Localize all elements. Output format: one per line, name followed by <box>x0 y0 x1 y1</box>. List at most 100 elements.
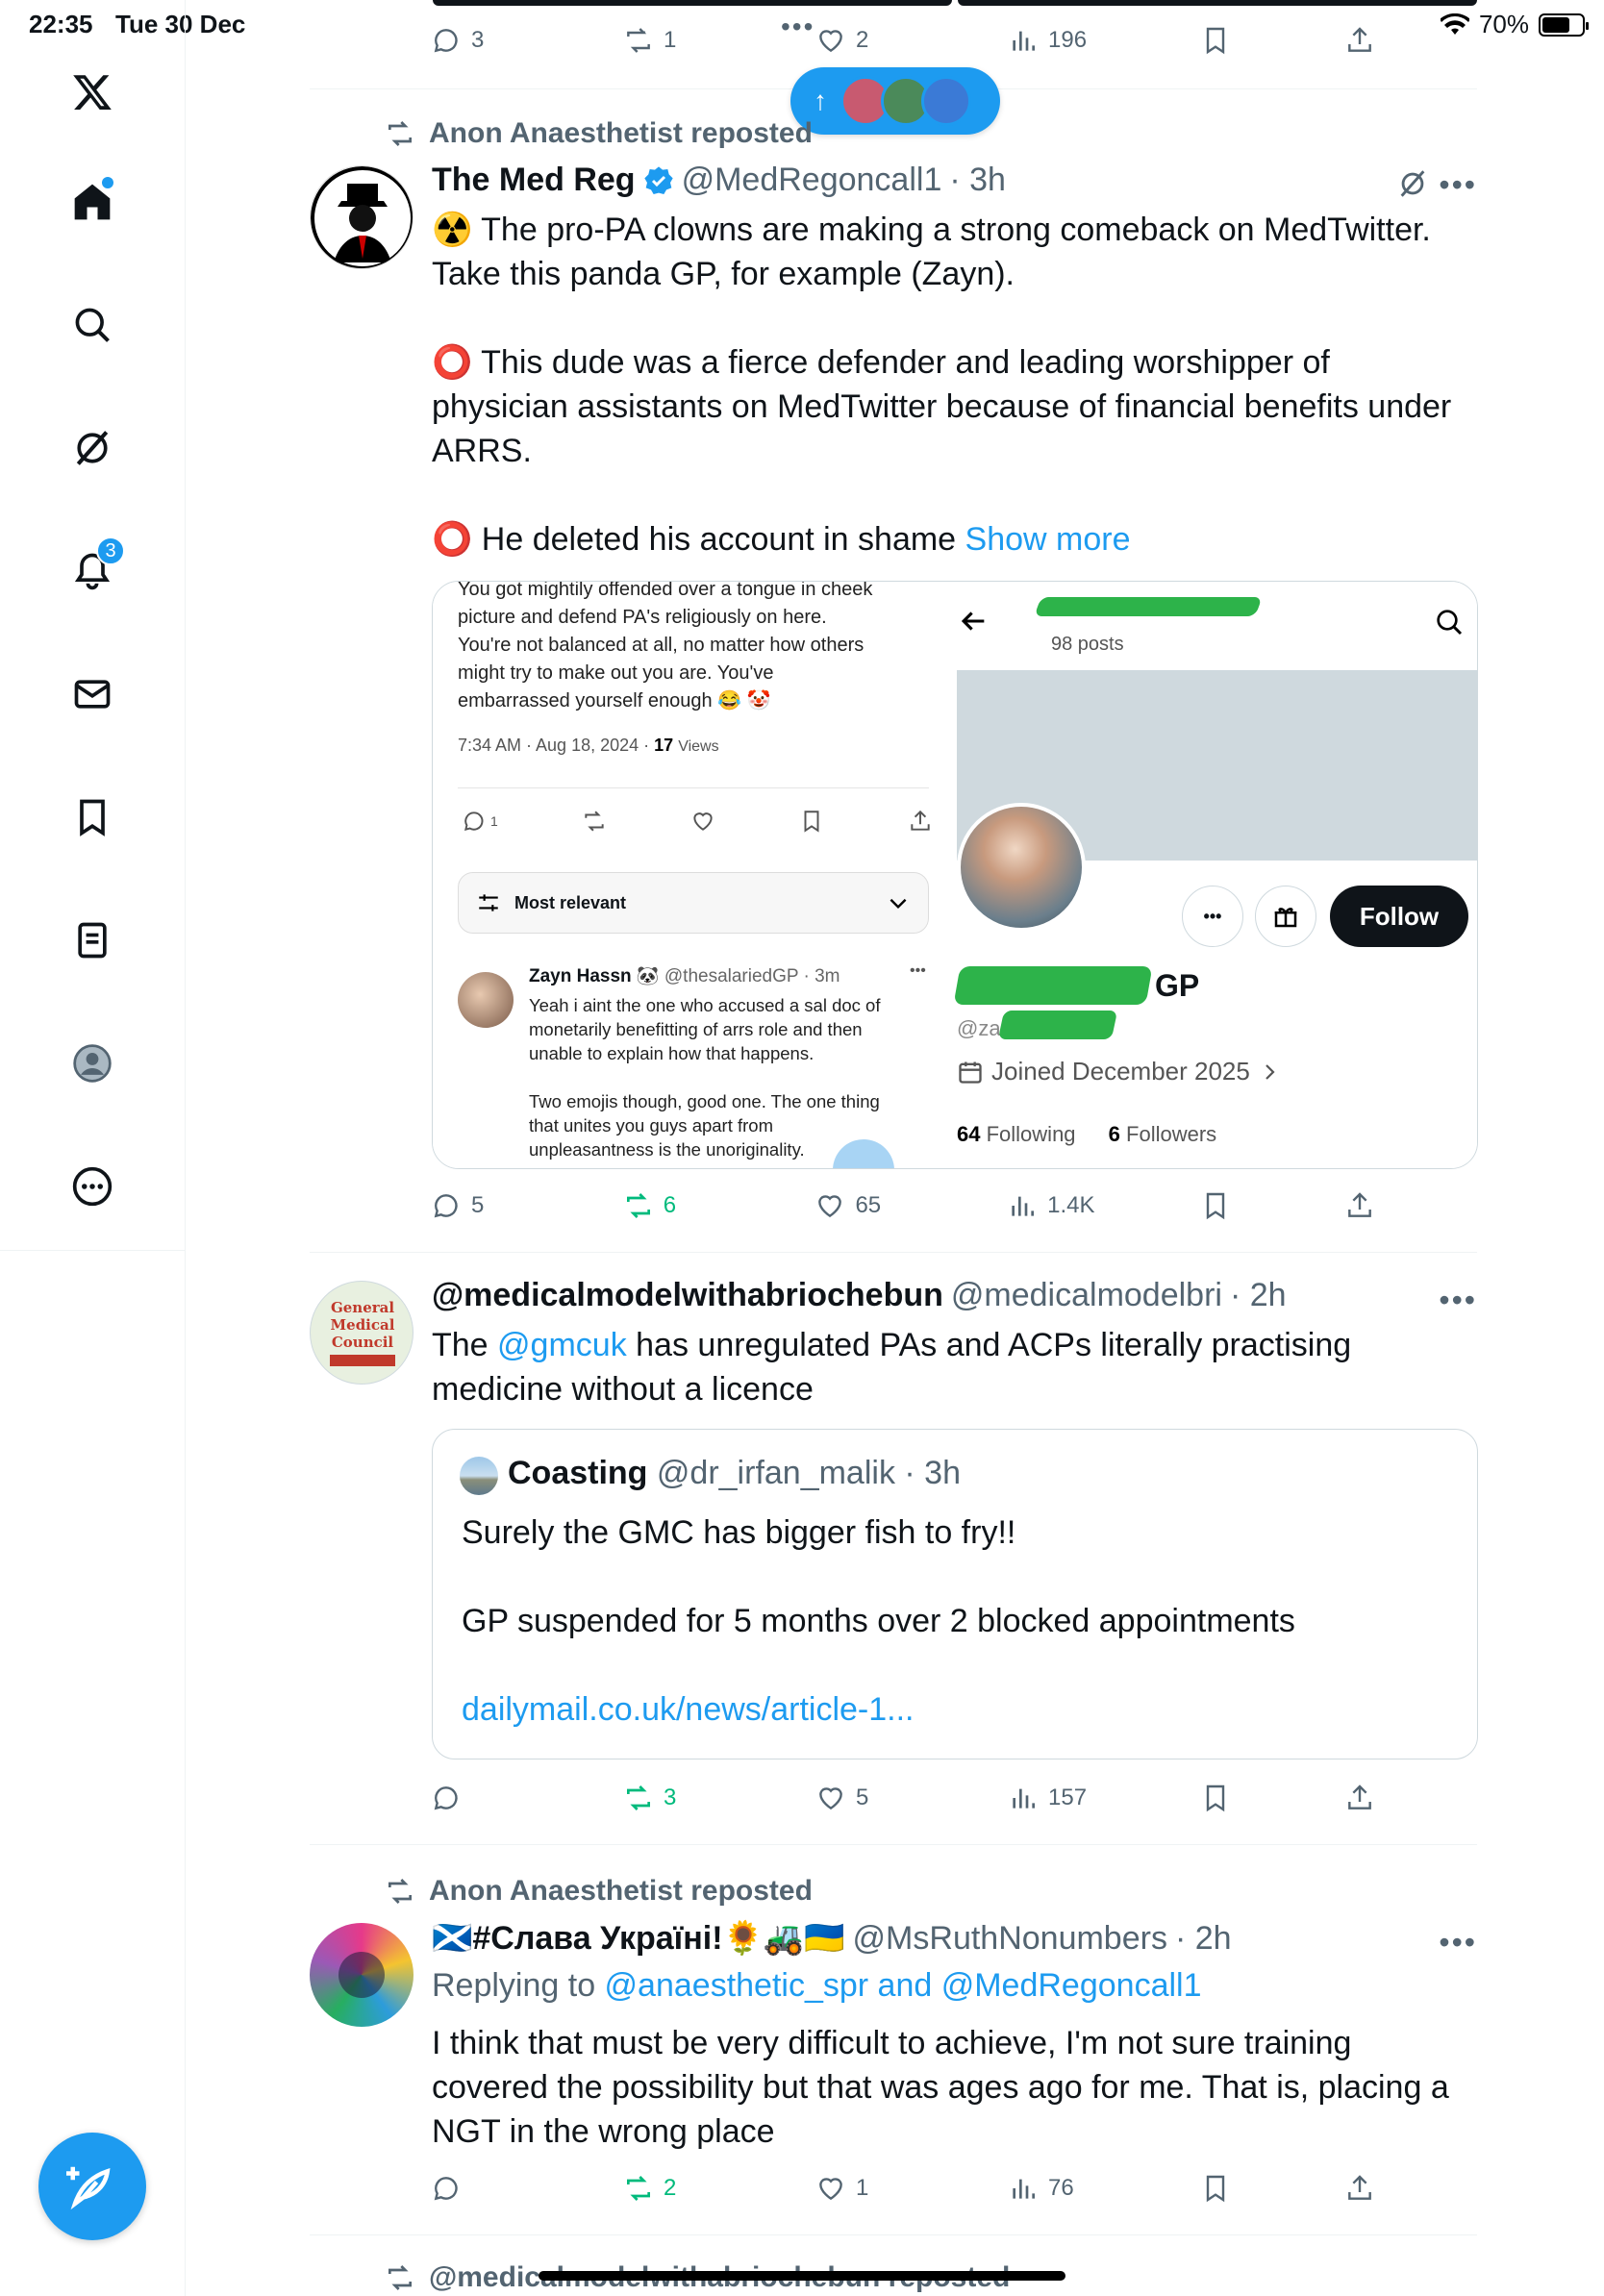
quote-tweet[interactable]: Coasting @dr_irfan_malik · 3h Surely the… <box>432 1429 1478 1759</box>
more-options-icon[interactable]: ••• <box>1439 1283 1477 1318</box>
views-icon <box>1012 1196 1035 1216</box>
article-link[interactable]: dailymail.co.uk/news/article-1... <box>462 1687 1442 1732</box>
reply-count: 3 <box>471 27 485 53</box>
lists-icon[interactable] <box>54 902 131 979</box>
views-button[interactable]: 76 <box>1008 2173 1094 2204</box>
timestamp[interactable]: · 2h <box>1230 1277 1287 1314</box>
chevron-right-icon <box>1266 1063 1275 1080</box>
share-button[interactable] <box>1344 1783 1383 1813</box>
show-more-link[interactable]: Show more <box>965 521 1131 558</box>
grok-explain-icon[interactable] <box>1396 167 1429 200</box>
avatar[interactable] <box>310 1923 414 2027</box>
avatar-text-line: General <box>330 1299 395 1316</box>
home-icon[interactable] <box>54 163 131 240</box>
profile-name-suffix: GP <box>1155 968 1200 1003</box>
search-icon[interactable] <box>54 287 131 363</box>
reply-icon <box>434 29 458 53</box>
like-button[interactable]: 65 <box>815 1190 901 1221</box>
bookmarks-icon[interactable] <box>54 779 131 856</box>
share-icon <box>1348 1784 1371 1809</box>
sidebar: 3 <box>0 0 185 1250</box>
repost-button[interactable]: 3 <box>623 1783 710 1813</box>
divider <box>310 2234 1477 2235</box>
home-new-dot <box>102 177 113 188</box>
more-icon[interactable] <box>54 1148 131 1225</box>
views-button[interactable]: 196 <box>1008 25 1094 56</box>
divider <box>310 1252 1477 1253</box>
repost-button[interactable]: 2 <box>623 2173 710 2204</box>
screenshot-share-icon <box>911 810 930 831</box>
quoted-line: You're not balanced at all, no matter ho… <box>458 635 865 656</box>
like-button[interactable]: 5 <box>815 1783 902 1813</box>
display-name[interactable]: @medicalmodelwithabriochebun <box>432 1277 943 1314</box>
share-button[interactable] <box>1344 25 1383 56</box>
quote-line: Surely the GMC has bigger fish to fry!! <box>462 1514 1016 1551</box>
bookmark-button[interactable] <box>1200 25 1239 56</box>
screenshot-actions: 1 <box>462 809 933 834</box>
handle[interactable]: @medicalmodelbri <box>951 1277 1222 1314</box>
bookmark-icon <box>1206 1784 1225 1812</box>
reply-button[interactable]: 3 <box>431 25 517 56</box>
mention-link[interactable]: @gmcuk <box>497 1327 627 1363</box>
status-indicators: 70% <box>1440 10 1589 39</box>
replying-handles[interactable]: @anaesthetic_spr and @MedRegoncall1 <box>605 1967 1202 2004</box>
repost-indicator[interactable]: Anon Anaesthetist reposted <box>385 117 813 150</box>
following-count: 64 <box>957 1122 981 1146</box>
like-count: 65 <box>855 1192 882 1218</box>
reply-line: Two emojis though, good one. The one thi… <box>529 1091 880 1111</box>
repost-count: 3 <box>664 1784 677 1810</box>
profile-icon[interactable] <box>54 1025 131 1102</box>
top-tweet-actions: 3 1 2 196 <box>431 25 1383 56</box>
views-count: 157 <box>1048 1784 1088 1810</box>
avatar[interactable] <box>310 165 414 269</box>
new-posts-pill[interactable]: ↑ <box>790 67 1000 135</box>
compose-post-button[interactable] <box>38 2133 146 2240</box>
reply-button[interactable] <box>431 2173 517 2204</box>
like-button[interactable]: 2 <box>815 25 902 56</box>
more-options-icon[interactable]: ••• <box>1439 167 1477 203</box>
avatar-stripe <box>330 1355 395 1366</box>
handle[interactable]: @MedRegoncall1 <box>682 162 942 199</box>
more-options-icon[interactable]: ••• <box>1439 1925 1477 1960</box>
repost-button[interactable]: 6 <box>623 1190 710 1221</box>
reply-button[interactable]: 5 <box>431 1190 517 1221</box>
display-name[interactable]: 🏴󠁧󠁢󠁳󠁣󠁴󠁿#Слава Україні!🌻🚜🇺🇦 <box>432 1919 845 1958</box>
x-logo-icon[interactable] <box>54 54 131 131</box>
bookmark-button[interactable] <box>1200 1190 1239 1221</box>
tweet-media[interactable]: You got mightily offended over a tongue … <box>432 581 1478 1169</box>
search-icon <box>1437 610 1463 636</box>
tweet-line: medicine without a licence <box>432 1371 814 1408</box>
tweet-line: covered the possibility but that was age… <box>432 2069 1449 2106</box>
verified-badge-icon <box>643 165 673 194</box>
share-button[interactable] <box>1344 1190 1383 1221</box>
avatar[interactable]: General Medical Council <box>310 1281 414 1385</box>
timestamp[interactable]: · 3h <box>949 162 1006 199</box>
messages-icon[interactable] <box>54 656 131 733</box>
share-icon <box>1348 1192 1371 1217</box>
replying-to: Replying to @anaesthetic_spr and @MedReg… <box>432 1963 1480 2008</box>
repost-button[interactable]: 1 <box>623 25 710 56</box>
repost-count: 6 <box>663 1192 677 1218</box>
views-button[interactable]: 1.4K <box>1007 1190 1095 1221</box>
timestamp[interactable]: · 2h <box>1175 1920 1232 1958</box>
reply-name: Zayn Hassn 🐼 <box>529 966 660 986</box>
redaction-mark <box>1034 597 1263 616</box>
sliders-icon <box>479 894 498 911</box>
like-button[interactable]: 1 <box>815 2173 902 2204</box>
notifications-icon[interactable]: 3 <box>54 533 131 610</box>
avatar-text-line: Council <box>331 1334 394 1351</box>
reply-icon <box>434 1786 458 1810</box>
reply-button[interactable] <box>431 1783 517 1813</box>
like-count: 5 <box>856 1784 869 1810</box>
divider <box>310 1844 1477 1845</box>
views-button[interactable]: 157 <box>1008 1783 1094 1813</box>
repost-indicator[interactable]: Anon Anaesthetist reposted <box>385 1875 813 1908</box>
handle[interactable]: @MsRuthNonumbers <box>853 1920 1167 1958</box>
home-indicator[interactable] <box>539 2271 1065 2281</box>
grok-icon[interactable] <box>54 410 131 487</box>
bookmark-button[interactable] <box>1200 2173 1239 2204</box>
display-name[interactable]: The Med Reg <box>432 162 636 199</box>
share-button[interactable] <box>1344 2173 1383 2204</box>
joined-date: Joined December 2025 <box>957 1057 1281 1086</box>
bookmark-button[interactable] <box>1200 1783 1239 1813</box>
